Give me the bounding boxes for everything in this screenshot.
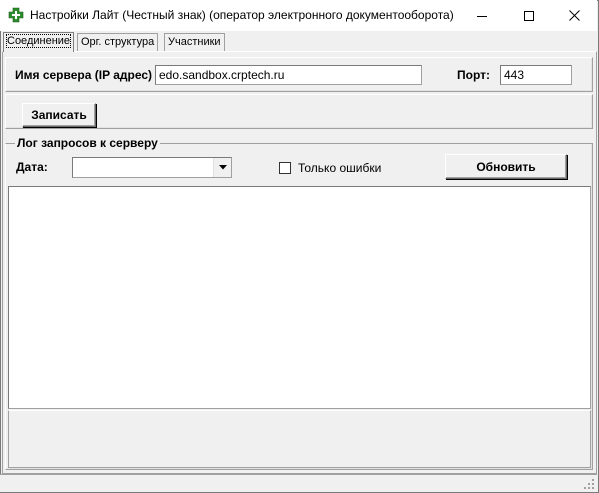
status-bar xyxy=(0,474,597,492)
dropdown-arrow-button[interactable] xyxy=(213,158,231,177)
maximize-button[interactable] xyxy=(506,0,552,31)
tab-label: Орг. структура xyxy=(81,36,155,48)
log-group-title: Лог запросов к серверу xyxy=(15,136,160,150)
errors-only-label[interactable]: Только ошибки xyxy=(298,161,381,175)
tab-members[interactable]: Участники xyxy=(164,33,225,51)
minimize-icon xyxy=(477,15,487,17)
log-list[interactable] xyxy=(8,186,591,409)
server-name-label: Имя сервера (IP адрес) xyxy=(15,68,153,82)
close-icon xyxy=(568,10,580,21)
server-name-input[interactable]: edo.sandbox.crptech.ru xyxy=(155,65,422,85)
chevron-down-icon xyxy=(218,165,227,170)
log-details-area xyxy=(8,410,591,468)
close-button[interactable] xyxy=(551,0,597,31)
date-dropdown[interactable] xyxy=(72,157,232,178)
tab-label: Соединение xyxy=(5,34,72,48)
tab-org-structure[interactable]: Орг. структура xyxy=(77,33,159,51)
resize-grip-icon[interactable] xyxy=(583,478,595,490)
tab-label: Участники xyxy=(168,36,221,48)
date-label: Дата: xyxy=(16,160,48,174)
tab-connection[interactable]: Соединение xyxy=(3,32,75,52)
minimize-button[interactable] xyxy=(459,0,505,31)
save-button[interactable]: Записать xyxy=(22,103,96,127)
port-input[interactable]: 443 xyxy=(500,65,572,85)
window-title: Настройки Лайт (Честный знак) (оператор … xyxy=(30,8,454,22)
refresh-button[interactable]: Обновить xyxy=(445,154,567,179)
app-cross-icon xyxy=(8,7,24,23)
port-label: Порт: xyxy=(457,68,490,82)
maximize-icon xyxy=(524,10,534,21)
errors-only-checkbox[interactable] xyxy=(279,162,291,174)
